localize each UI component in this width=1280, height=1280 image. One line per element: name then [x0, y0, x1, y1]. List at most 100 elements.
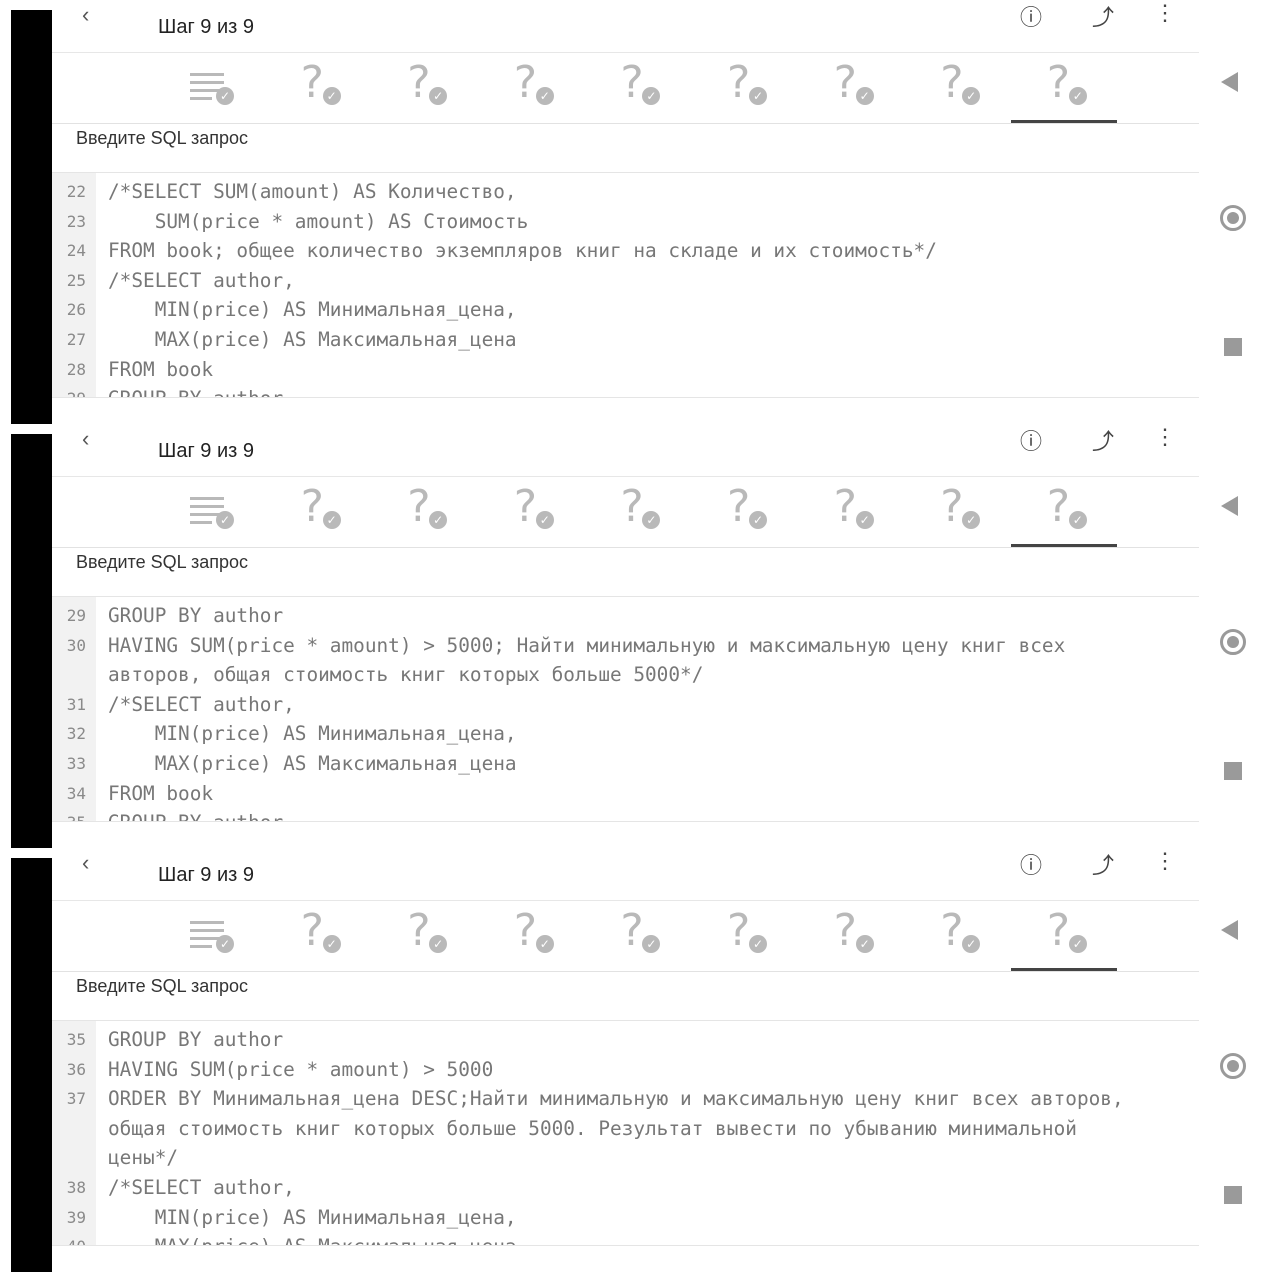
tab-step-9[interactable]: ? ✓ — [1010, 477, 1117, 547]
info-icon[interactable]: ⓘ — [1016, 424, 1046, 454]
tab-step-8[interactable]: ? ✓ — [904, 53, 1010, 123]
tab-step-4[interactable]: ? ✓ — [478, 477, 584, 547]
sql-prompt-label: Введите SQL запрос — [76, 976, 248, 996]
question-icon: ? — [620, 905, 644, 956]
more-vert-icon[interactable]: ⋮ — [1150, 0, 1180, 30]
question-icon: ? — [727, 905, 751, 956]
nav-recent-apps-icon[interactable] — [1224, 1186, 1242, 1204]
question-icon: ? — [407, 905, 431, 956]
tab-step-5[interactable]: ? ✓ — [584, 477, 690, 547]
tab-step-3[interactable]: ? ✓ — [371, 53, 477, 123]
code-text: GROUP BY author — [108, 384, 283, 397]
tab-step-9[interactable]: ? ✓ — [1010, 901, 1117, 971]
code-text: /*SELECT SUM(amount) AS Количество, — [108, 180, 517, 203]
tab-step-7[interactable]: ? ✓ — [798, 477, 904, 547]
nav-recent-apps-icon[interactable] — [1224, 762, 1242, 780]
line-number: 27 — [66, 329, 86, 349]
more-vert-icon[interactable]: ⋮ — [1150, 424, 1180, 454]
back-arrow-icon[interactable]: ‹ — [82, 428, 89, 450]
nav-home-icon[interactable] — [1220, 629, 1246, 655]
tab-step-3[interactable]: ? ✓ — [371, 477, 477, 547]
tab-step-1[interactable]: ✓ — [158, 901, 264, 971]
tab-step-7[interactable]: ? ✓ — [798, 901, 904, 971]
check-icon: ✓ — [962, 511, 981, 529]
sql-editor[interactable]: 35 GROUP BY author 36 HAVING SUM(price * am… — [52, 1020, 1199, 1246]
code-line: 36 HAVING SUM(price * amount) > 5000 — [52, 1055, 1199, 1085]
active-tab-indicator — [1010, 120, 1117, 123]
black-strip — [11, 858, 52, 1272]
tab-step-2[interactable]: ? ✓ — [265, 53, 371, 123]
code-text: GROUP BY author — [108, 1028, 284, 1051]
tab-step-8[interactable]: ? ✓ — [904, 901, 1010, 971]
tab-step-9[interactable]: ? ✓ — [1010, 53, 1117, 123]
check-icon: ✓ — [216, 935, 234, 953]
nav-recent-apps-icon[interactable] — [1224, 338, 1242, 356]
back-arrow-icon[interactable]: ‹ — [82, 852, 89, 874]
tab-step-5[interactable]: ? ✓ — [584, 901, 690, 971]
line-number: 35 — [52, 808, 86, 821]
nav-back-icon[interactable] — [1221, 920, 1238, 940]
code-text: HAVING SUM(price * amount) > 5000 — [108, 1057, 494, 1081]
info-icon[interactable]: ⓘ — [1016, 848, 1046, 878]
android-nav-bar — [1199, 848, 1280, 1272]
sql-editor[interactable]: 29 GROUP BY author 30 HAVING SUM(price * am… — [52, 596, 1199, 822]
share-icon[interactable]: ⤴ — [1088, 0, 1118, 30]
code-line: 31 /*SELECT author, — [52, 690, 1199, 720]
tab-step-8[interactable]: ? ✓ — [904, 477, 1010, 547]
nav-back-icon[interactable] — [1221, 496, 1238, 516]
question-icon: ? — [833, 905, 857, 956]
code-line: 39 MIN(price) AS Минимальная_цена, — [52, 1203, 1199, 1233]
check-icon: ✓ — [855, 511, 874, 529]
code-text: MIN(price) AS Минимальная_цена, — [108, 298, 517, 322]
tab-step-1[interactable]: ✓ — [158, 53, 264, 123]
code-line: цены*/ — [52, 1143, 1199, 1173]
tab-step-4[interactable]: ? ✓ — [478, 53, 584, 123]
back-arrow-icon[interactable]: ‹ — [82, 4, 89, 26]
question-icon: ? — [1046, 57, 1071, 108]
nav-home-icon[interactable] — [1220, 205, 1246, 231]
code-text: FROM book; общее количество экземпляров … — [108, 239, 937, 263]
sql-editor[interactable]: 22 /*SELECT SUM(amount) AS Количество, 23 … — [52, 172, 1199, 398]
nav-back-icon[interactable] — [1221, 72, 1238, 92]
check-icon: ✓ — [749, 87, 767, 105]
question-icon: ? — [1046, 481, 1071, 532]
code-text: MIN(price) AS Минимальная_цена, — [108, 722, 517, 746]
code-line: 22 /*SELECT SUM(amount) AS Количество, — [52, 177, 1199, 207]
share-icon[interactable]: ⤴ — [1088, 424, 1118, 454]
tab-step-4[interactable]: ? ✓ — [478, 901, 584, 971]
code-lines: 22 /*SELECT SUM(amount) AS Количество, 23 … — [52, 177, 1199, 397]
code-line: 29 GROUP BY author — [52, 384, 1199, 397]
question-icon: ? — [727, 57, 751, 108]
tab-step-3[interactable]: ? ✓ — [371, 901, 477, 971]
line-number: 29 — [52, 384, 86, 397]
code-text: FROM book — [108, 357, 214, 381]
tab-step-6[interactable]: ? ✓ — [691, 477, 797, 547]
check-icon: ✓ — [642, 935, 661, 953]
line-number: 24 — [66, 241, 86, 261]
more-vert-icon[interactable]: ⋮ — [1150, 848, 1180, 878]
code-line: 35 GROUP BY author — [52, 808, 1199, 821]
check-icon: ✓ — [962, 935, 981, 953]
line-number: 26 — [66, 300, 86, 320]
tab-step-2[interactable]: ? ✓ — [265, 477, 371, 547]
code-text: GROUP BY author — [108, 808, 283, 821]
check-icon: ✓ — [1068, 87, 1087, 105]
question-icon: ? — [940, 905, 964, 956]
line-number: 30 — [66, 635, 86, 655]
tab-step-5[interactable]: ? ✓ — [584, 53, 690, 123]
tab-step-2[interactable]: ? ✓ — [265, 901, 371, 971]
share-icon[interactable]: ⤴ — [1088, 848, 1118, 878]
tab-step-7[interactable]: ? ✓ — [798, 53, 904, 123]
info-icon[interactable]: ⓘ — [1016, 0, 1046, 30]
question-icon: ? — [727, 481, 751, 532]
check-icon: ✓ — [429, 511, 448, 529]
nav-home-icon[interactable] — [1220, 1053, 1246, 1079]
question-icon: ? — [1046, 905, 1071, 956]
check-icon: ✓ — [1068, 511, 1087, 529]
tab-step-6[interactable]: ? ✓ — [691, 901, 797, 971]
code-line: 40 MAX(price) AS Максимальная_цена — [52, 1232, 1199, 1245]
check-icon: ✓ — [962, 87, 981, 105]
line-number: 40 — [52, 1232, 86, 1245]
tab-step-6[interactable]: ? ✓ — [691, 53, 797, 123]
tab-step-1[interactable]: ✓ — [158, 477, 264, 547]
